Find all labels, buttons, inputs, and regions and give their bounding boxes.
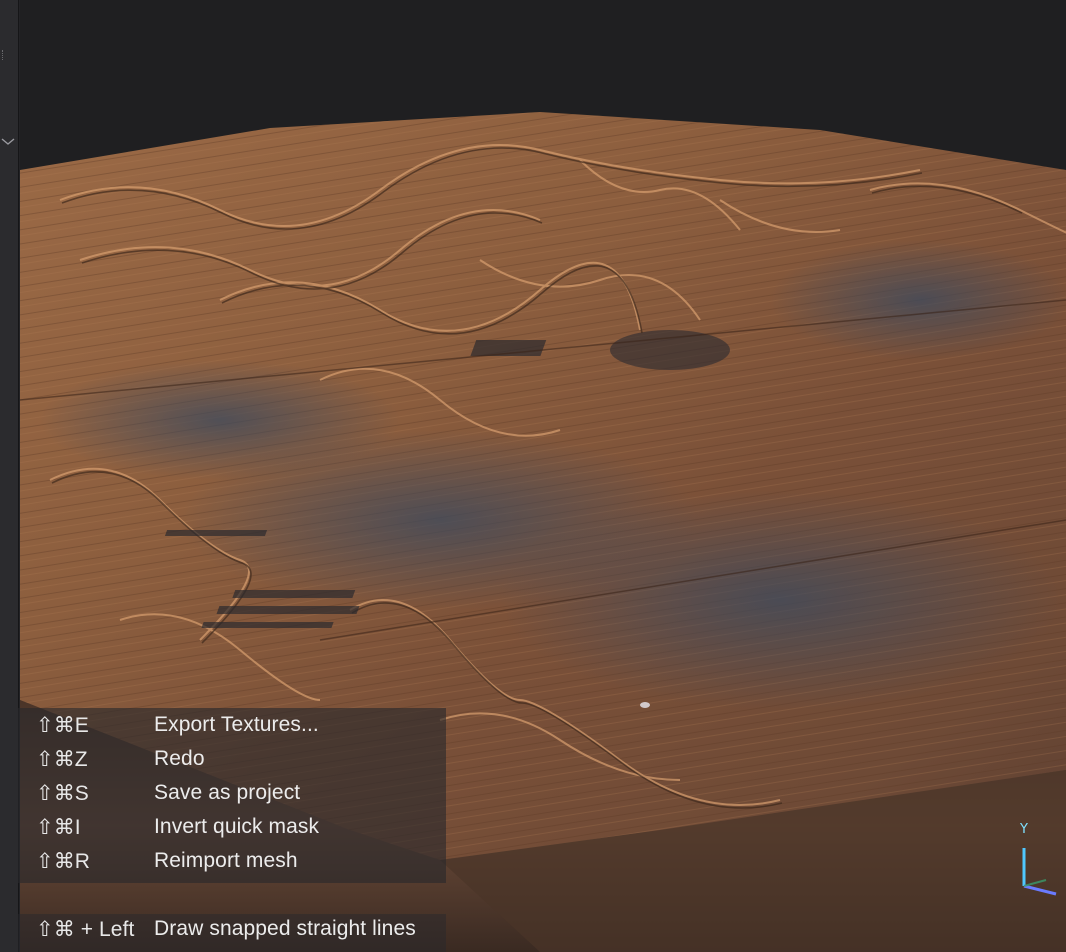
shortcut-row: ⇧⌘I Invert quick mask xyxy=(18,810,446,844)
shortcut-label: Save as project xyxy=(154,781,301,804)
shortcut-label: Export Textures... xyxy=(154,713,319,736)
shortcut-row: ⇧⌘E Export Textures... xyxy=(18,708,446,742)
axis-arrows-icon xyxy=(1022,848,1057,896)
shortcut-row: ⇧⌘S Save as project xyxy=(18,776,446,810)
shortcut-hints-overlay: ⇧⌘E Export Textures... ⇧⌘Z Redo ⇧⌘S Save… xyxy=(18,708,446,952)
shortcut-label: Draw snapped straight lines xyxy=(154,917,416,940)
shortcut-keys: ⇧⌘Z xyxy=(36,747,88,771)
axis-gizmo-icon[interactable]: Y xyxy=(1006,818,1066,898)
shortcut-label: Reimport mesh xyxy=(154,849,298,872)
shortcut-row: ⇧⌘R Reimport mesh xyxy=(18,844,446,878)
shortcut-keys: ⇧⌘S xyxy=(36,781,89,805)
shortcut-row: ⇧⌘ + Left Draw snapped straight lines xyxy=(18,912,446,946)
shortcut-keys: ⇧⌘ + Left xyxy=(36,917,135,941)
shortcut-keys: ⇧⌘I xyxy=(36,815,81,839)
painter-app: ⇧⌘E Export Textures... ⇧⌘Z Redo ⇧⌘S Save… xyxy=(0,0,1066,952)
chevron-down-icon[interactable] xyxy=(0,134,16,150)
shortcut-label: Redo xyxy=(154,747,205,770)
shortcut-row: ⇧⌘Z Redo xyxy=(18,742,446,776)
left-panel-collapsed[interactable] xyxy=(0,0,19,952)
panel-grip-handle[interactable] xyxy=(2,50,5,60)
shortcut-label: Invert quick mask xyxy=(154,815,320,838)
axis-y-label: Y xyxy=(1020,822,1028,837)
shortcut-keys: ⇧⌘E xyxy=(36,713,89,737)
shortcut-keys: ⇧⌘R xyxy=(36,849,91,873)
